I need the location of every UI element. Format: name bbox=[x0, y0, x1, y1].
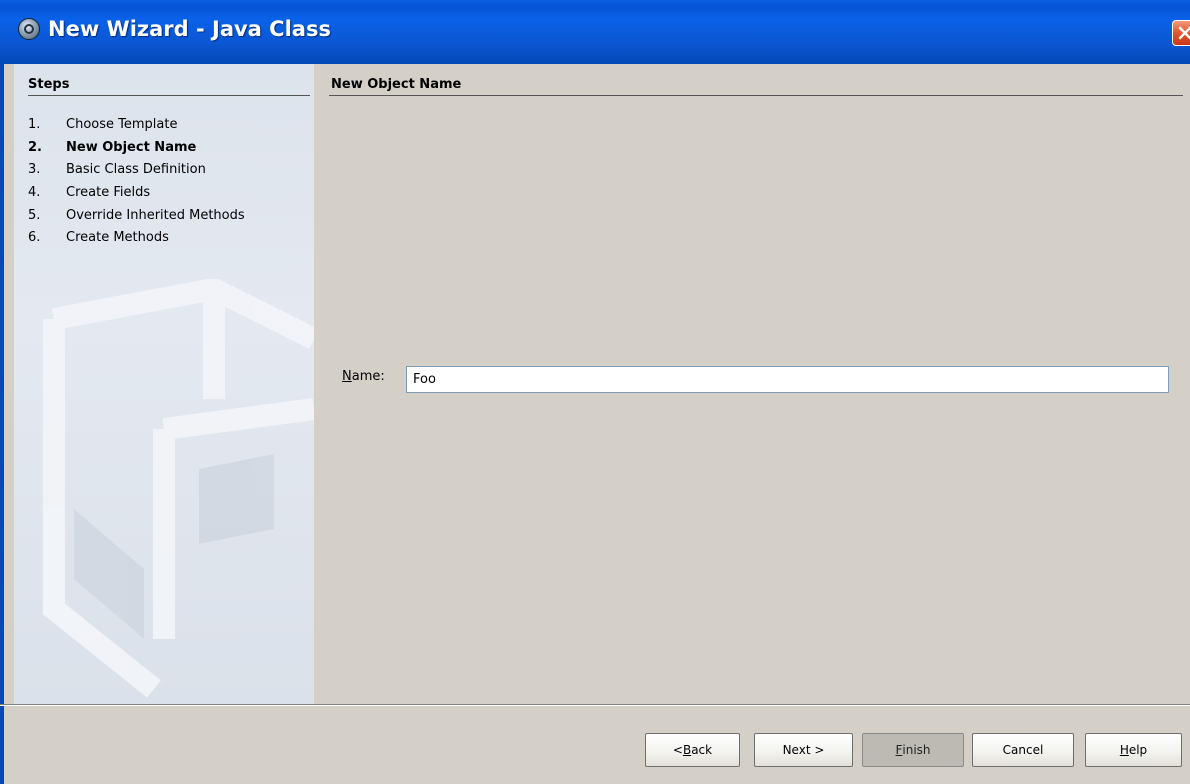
cancel-button[interactable]: Cancel bbox=[972, 733, 1074, 767]
next-label: Next > bbox=[782, 743, 825, 757]
netbeans-icon bbox=[18, 18, 40, 40]
button-bar-divider-highlight bbox=[0, 705, 1190, 706]
step-label: Create Methods bbox=[66, 230, 169, 246]
step-number: 3. bbox=[28, 162, 41, 178]
step-new-object-name: 2. New Object Name bbox=[28, 137, 245, 160]
steps-list: 1. Choose Template 2. New Object Name 3.… bbox=[28, 114, 245, 250]
back-prefix: < bbox=[672, 743, 683, 757]
steps-title: Steps bbox=[28, 77, 70, 92]
next-button[interactable]: Next > bbox=[754, 733, 853, 767]
step-create-fields: 4. Create Fields bbox=[28, 182, 245, 205]
window-title: New Wizard - Java Class bbox=[48, 17, 331, 41]
name-label-text: ame: bbox=[351, 369, 385, 384]
title-divider bbox=[329, 95, 1183, 96]
step-number: 2. bbox=[28, 139, 42, 155]
step-label: Create Fields bbox=[66, 185, 151, 201]
cancel-label: Cancel bbox=[1002, 743, 1044, 757]
step-label: Basic Class Definition bbox=[66, 162, 206, 178]
name-label-mnemonic: N bbox=[342, 369, 352, 384]
finish-mnemonic: F bbox=[895, 743, 903, 757]
steps-divider bbox=[28, 95, 310, 96]
finish-button[interactable]: Finish bbox=[862, 733, 964, 767]
step-create-methods: 6. Create Methods bbox=[28, 227, 245, 250]
close-icon bbox=[1178, 26, 1190, 40]
page-title: New Object Name bbox=[331, 77, 462, 92]
back-label: ack bbox=[691, 743, 713, 757]
help-mnemonic: H bbox=[1119, 743, 1129, 757]
step-label: New Object Name bbox=[66, 139, 197, 155]
step-label: Choose Template bbox=[66, 117, 178, 132]
help-label: elp bbox=[1128, 743, 1148, 757]
back-button[interactable]: < Back bbox=[645, 733, 740, 767]
wizard-window: New Wizard - Java Class Steps 1. Choose … bbox=[0, 0, 1190, 784]
step-number: 6. bbox=[28, 230, 41, 246]
step-number: 4. bbox=[28, 185, 41, 201]
help-button[interactable]: Help bbox=[1085, 733, 1182, 767]
window-border bbox=[0, 64, 4, 784]
finish-label: inish bbox=[902, 743, 931, 757]
title-bar[interactable]: New Wizard - Java Class bbox=[0, 0, 1190, 64]
step-label: Override Inherited Methods bbox=[66, 207, 245, 223]
steps-panel: Steps 1. Choose Template 2. New Object N… bbox=[14, 64, 314, 704]
wizard-content: Steps 1. Choose Template 2. New Object N… bbox=[0, 64, 1190, 784]
step-choose-template: 1. Choose Template bbox=[28, 114, 245, 137]
step-basic-class-definition: 3. Basic Class Definition bbox=[28, 159, 245, 182]
step-number: 5. bbox=[28, 207, 41, 223]
name-label: Name: bbox=[342, 369, 385, 384]
step-override-inherited-methods: 5. Override Inherited Methods bbox=[28, 205, 245, 228]
name-input[interactable]: Foo bbox=[406, 366, 1169, 393]
close-button[interactable] bbox=[1172, 20, 1190, 46]
cube-watermark-image bbox=[43, 279, 314, 698]
step-number: 1. bbox=[28, 117, 41, 132]
back-mnemonic: B bbox=[682, 743, 692, 757]
